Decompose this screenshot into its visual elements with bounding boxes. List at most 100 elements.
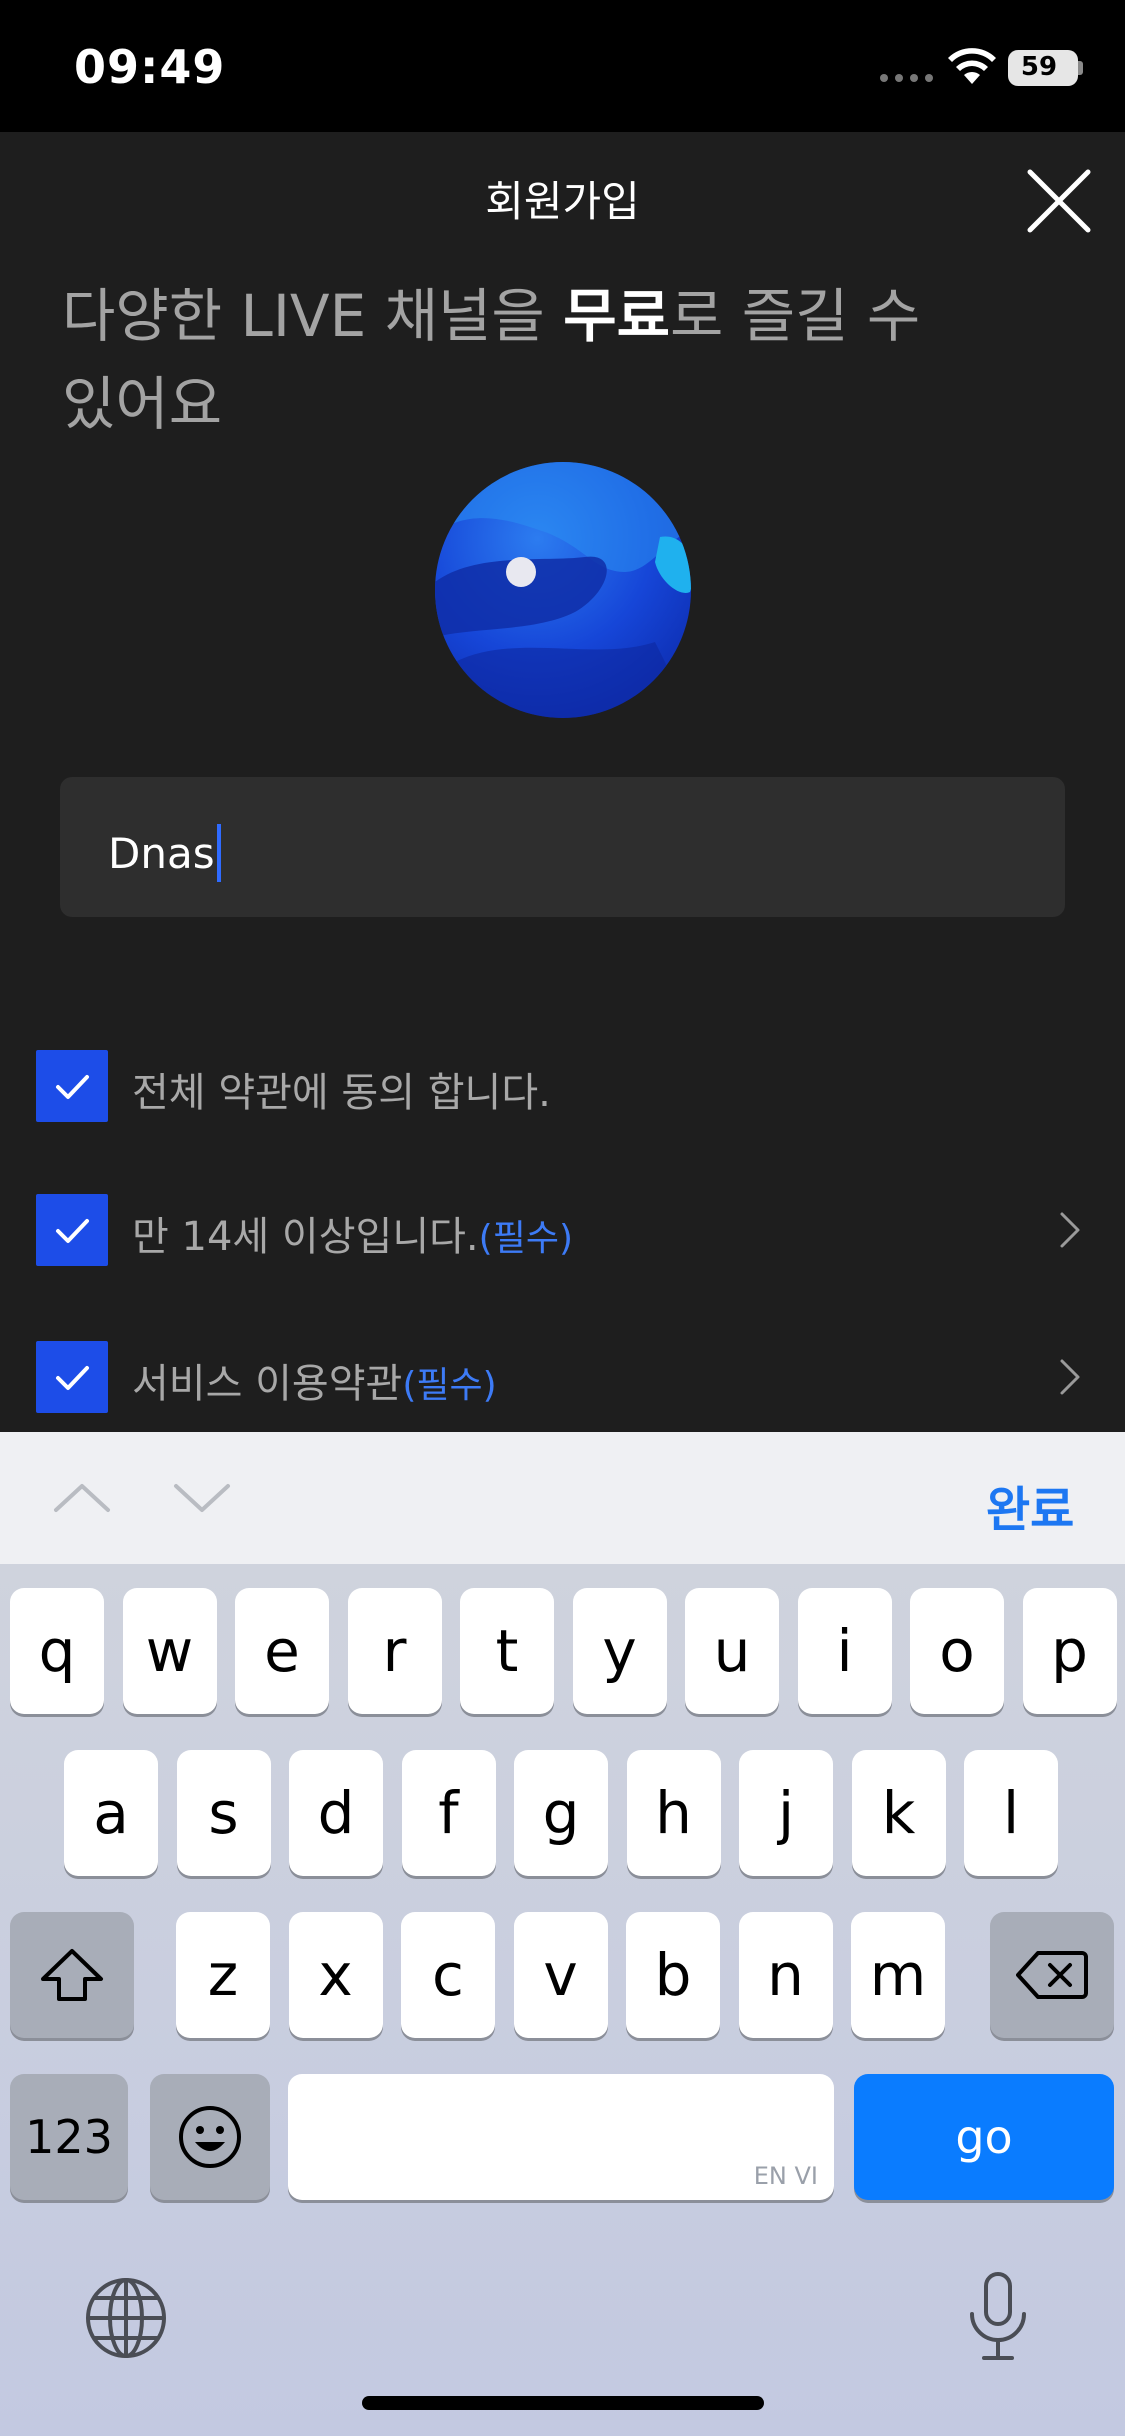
- key-v[interactable]: v: [513, 1912, 608, 2038]
- key-c-label: c: [432, 1941, 464, 2009]
- key-j[interactable]: j: [739, 1750, 833, 1876]
- shift-key[interactable]: [10, 1912, 134, 2038]
- keyboard-language-hint: EN VI: [753, 2162, 818, 2190]
- key-y[interactable]: y: [572, 1588, 667, 1714]
- check-icon: [56, 1219, 89, 1243]
- check-icon: [56, 1366, 89, 1390]
- backspace-key[interactable]: [990, 1912, 1114, 2038]
- chevron-down-icon[interactable]: [172, 1472, 232, 1522]
- nickname-input[interactable]: Dnas: [60, 777, 1065, 917]
- check-icon: [56, 1075, 89, 1099]
- key-z-label: z: [207, 1941, 239, 2009]
- key-i-label: i: [836, 1617, 853, 1685]
- terms-agreement-row[interactable]: 서비스 이용약관(필수): [0, 1341, 1125, 1413]
- close-icon[interactable]: [1022, 164, 1096, 238]
- key-o-label: o: [939, 1617, 975, 1685]
- chevron-up-icon[interactable]: [52, 1472, 112, 1522]
- required-tag: (필수): [402, 1365, 497, 1406]
- emoji-icon: [179, 2106, 241, 2168]
- key-b[interactable]: b: [626, 1912, 720, 2038]
- key-y-label: y: [602, 1617, 637, 1685]
- home-indicator: [362, 2396, 764, 2410]
- status-bar: 09:49 59: [0, 0, 1125, 132]
- battery-cap: [1078, 61, 1083, 75]
- key-w-label: w: [145, 1617, 194, 1685]
- key-t[interactable]: t: [460, 1588, 554, 1714]
- key-g-label: g: [542, 1779, 580, 1847]
- microphone-icon[interactable]: [966, 2270, 1030, 2362]
- required-tag: (필수): [478, 1218, 573, 1259]
- agree-all-label: 전체 약관에 동의 합니다.: [132, 1070, 551, 1116]
- key-o[interactable]: o: [910, 1588, 1004, 1714]
- key-d-label: d: [317, 1779, 355, 1847]
- terms-agreement-label: 서비스 이용약관(필수): [132, 1361, 497, 1407]
- cellular-signal-icon: [880, 74, 933, 82]
- key-m[interactable]: m: [851, 1912, 945, 2038]
- key-v-label: v: [543, 1941, 578, 2009]
- key-r-label: r: [382, 1617, 407, 1685]
- key-m-label: m: [869, 1941, 927, 2009]
- key-w[interactable]: w: [122, 1588, 217, 1714]
- battery-icon: 59: [1008, 50, 1078, 86]
- key-u-label: u: [713, 1617, 751, 1685]
- key-t-label: t: [495, 1617, 519, 1685]
- key-k[interactable]: k: [851, 1750, 946, 1876]
- key-u[interactable]: u: [685, 1588, 779, 1714]
- key-l-label: l: [1002, 1779, 1020, 1847]
- agree-all-checkbox[interactable]: [36, 1050, 108, 1122]
- go-key[interactable]: go: [854, 2074, 1114, 2200]
- text-caret: [216, 824, 221, 882]
- status-time: 09:49: [74, 40, 226, 94]
- page-title: 회원가입: [485, 177, 640, 226]
- key-a[interactable]: a: [64, 1750, 158, 1876]
- key-z[interactable]: z: [176, 1912, 270, 2038]
- numbers-key-label: 123: [25, 2110, 113, 2164]
- key-i[interactable]: i: [797, 1588, 892, 1714]
- nickname-input-value: Dnas: [108, 828, 215, 878]
- key-r[interactable]: r: [347, 1588, 442, 1714]
- key-q-label: q: [38, 1617, 76, 1685]
- key-p-label: p: [1051, 1617, 1088, 1685]
- key-x[interactable]: x: [288, 1912, 383, 2038]
- chevron-right-icon[interactable]: [1054, 1355, 1084, 1399]
- emoji-key[interactable]: [150, 2074, 270, 2200]
- key-h[interactable]: h: [626, 1750, 721, 1876]
- key-x-label: x: [318, 1941, 353, 2009]
- key-n[interactable]: n: [738, 1912, 833, 2038]
- key-n-label: n: [767, 1941, 804, 2009]
- terms-checkbox[interactable]: [36, 1341, 108, 1413]
- key-j-label: j: [777, 1779, 795, 1847]
- key-k-label: k: [881, 1779, 916, 1847]
- key-g[interactable]: g: [514, 1750, 608, 1876]
- keyboard-toolbar: 완료: [0, 1432, 1125, 1564]
- backspace-icon: [1016, 1951, 1088, 1999]
- profile-avatar-globe[interactable]: [435, 462, 691, 718]
- go-key-label: go: [955, 2110, 1013, 2164]
- battery-level: 59: [1020, 52, 1058, 82]
- key-p[interactable]: p: [1022, 1588, 1117, 1714]
- key-d[interactable]: d: [289, 1750, 383, 1876]
- key-h-label: h: [655, 1779, 692, 1847]
- age-agreement-row[interactable]: 만 14세 이상입니다.(필수): [0, 1194, 1125, 1266]
- key-f[interactable]: f: [401, 1750, 496, 1876]
- key-f-label: f: [438, 1779, 459, 1847]
- age-agreement-label: 만 14세 이상입니다.(필수): [132, 1214, 573, 1260]
- wifi-icon: [948, 48, 996, 84]
- key-e-label: e: [264, 1617, 300, 1685]
- key-l[interactable]: l: [964, 1750, 1058, 1876]
- chevron-right-icon[interactable]: [1054, 1208, 1084, 1252]
- globe-icon[interactable]: [84, 2276, 168, 2360]
- key-c[interactable]: c: [401, 1912, 495, 2038]
- age-checkbox[interactable]: [36, 1194, 108, 1266]
- done-button[interactable]: 완료: [986, 1470, 1074, 1540]
- space-key[interactable]: EN VI: [288, 2074, 834, 2200]
- signup-headline: 다양한 LIVE 채널을 무료로 즐길 수 있어요: [62, 272, 962, 448]
- key-s[interactable]: s: [176, 1750, 271, 1876]
- key-q[interactable]: q: [10, 1588, 104, 1714]
- numbers-key[interactable]: 123: [10, 2074, 128, 2200]
- headline-part1: 다양한 LIVE 채널을: [62, 282, 564, 350]
- agree-all-row[interactable]: 전체 약관에 동의 합니다.: [0, 1050, 1125, 1122]
- key-b-label: b: [654, 1941, 692, 2009]
- key-e[interactable]: e: [235, 1588, 329, 1714]
- headline-bold: 무료: [563, 282, 670, 350]
